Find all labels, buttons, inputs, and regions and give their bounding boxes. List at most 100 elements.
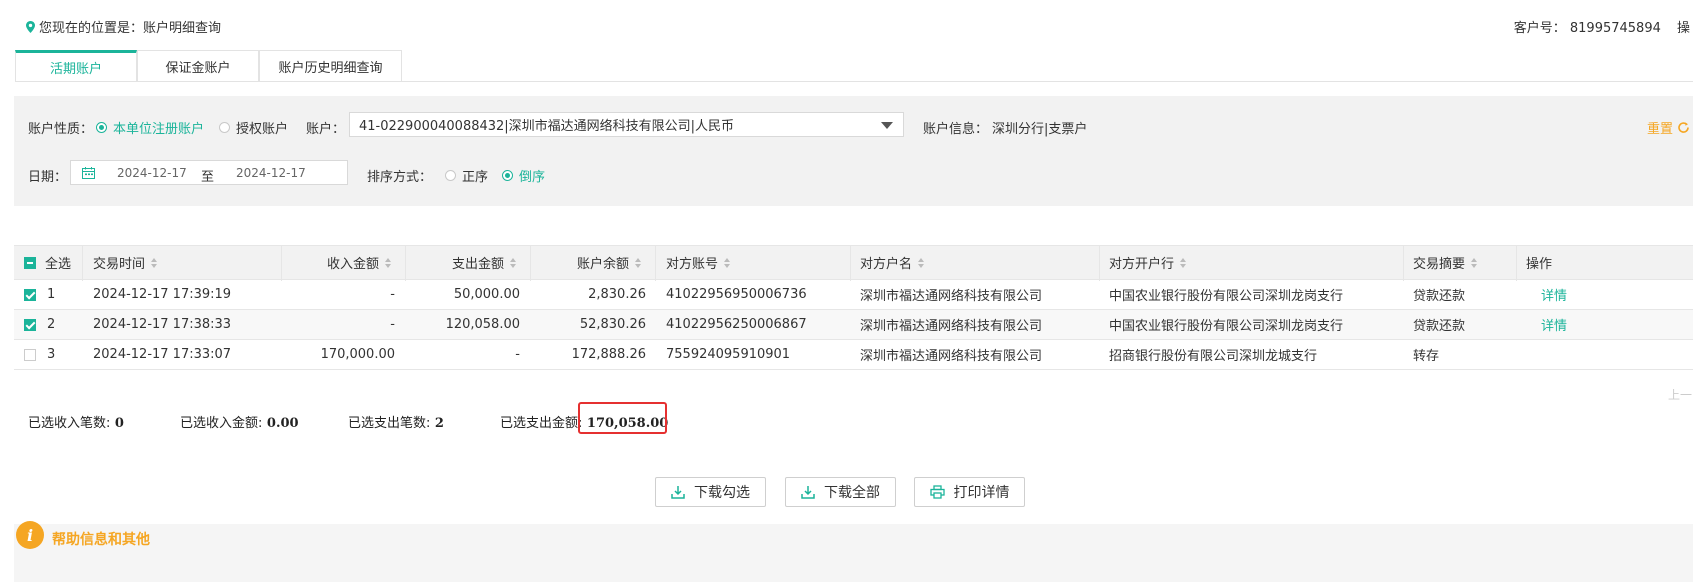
cell-income: 170,000.00 bbox=[320, 347, 395, 362]
tab-history-detail[interactable]: 账户历史明细查询 bbox=[259, 50, 402, 81]
refresh-icon bbox=[1678, 122, 1689, 133]
tab-margin-account[interactable]: 保证金账户 bbox=[137, 50, 259, 81]
header-label: 交易时间 bbox=[93, 257, 146, 272]
account-info-value: 深圳分行|支票户 bbox=[992, 122, 1088, 137]
cell-expense: - bbox=[515, 347, 520, 362]
row-checkbox[interactable] bbox=[24, 348, 36, 361]
cell-counter-account: 755924095910901 bbox=[666, 347, 791, 362]
header-balance[interactable]: 账户余额 bbox=[530, 246, 655, 279]
sort-icon[interactable] bbox=[918, 257, 925, 268]
radio-authorized-account[interactable]: 授权账户 bbox=[219, 118, 288, 137]
account-select[interactable]: 41-022900040088432|深圳市福达通网络科技有限公司|人民币 bbox=[349, 112, 904, 137]
date-label: 日期： bbox=[28, 170, 68, 185]
select-all-label: 全选 bbox=[45, 257, 72, 272]
cell-time: 2024-12-17 17:33:07 bbox=[93, 347, 232, 362]
button-label: 下载勾选 bbox=[694, 485, 750, 501]
account-tabs: 活期账户 保证金账户 账户历史明细查询 bbox=[15, 50, 402, 81]
tab-current-account[interactable]: 活期账户 bbox=[15, 50, 137, 81]
header-time[interactable]: 交易时间 bbox=[93, 246, 158, 279]
info-icon: i bbox=[16, 521, 44, 549]
radio-dot bbox=[445, 170, 456, 181]
sort-icon[interactable] bbox=[385, 257, 392, 268]
sort-icon[interactable] bbox=[510, 257, 517, 268]
chevron-down-icon bbox=[881, 122, 893, 129]
date-separator: 至 bbox=[201, 170, 215, 185]
summary-value: 0.00 bbox=[266, 416, 299, 431]
cell-counter-bank: 中国农业银行股份有限公司深圳龙岗支行 bbox=[1109, 289, 1344, 304]
header-label: 收入金额 bbox=[326, 257, 379, 272]
download-icon bbox=[671, 486, 685, 499]
cell-balance: 2,830.26 bbox=[588, 287, 646, 302]
detail-link[interactable]: 详情 bbox=[1541, 280, 1567, 309]
cell-time: 2024-12-17 17:39:19 bbox=[93, 287, 232, 302]
summary-value: 2 bbox=[434, 416, 444, 431]
sort-icon[interactable] bbox=[1180, 257, 1187, 268]
button-label: 打印详情 bbox=[953, 485, 1010, 501]
cell-expense: 50,000.00 bbox=[453, 287, 520, 302]
breadcrumb: 您现在的位置是： 账户明细查询 bbox=[26, 17, 221, 36]
cell-expense: 120,058.00 bbox=[445, 317, 520, 332]
header-counter-name[interactable]: 对方户名 bbox=[860, 246, 925, 279]
account-type-label: 账户性质： bbox=[28, 122, 94, 137]
breadcrumb-prefix: 您现在的位置是： bbox=[39, 21, 144, 36]
account-info-label: 账户信息： bbox=[923, 122, 989, 137]
cell-counter-account: 41022956250006867 bbox=[666, 317, 807, 332]
account-label: 账户： bbox=[306, 122, 346, 137]
sort-icon[interactable] bbox=[1471, 257, 1478, 268]
pager-prev[interactable]: 上一 bbox=[1668, 386, 1693, 403]
radio-label: 倒序 bbox=[519, 170, 546, 185]
download-all-button[interactable]: 下载全部 bbox=[785, 477, 896, 507]
printer-icon bbox=[929, 485, 945, 499]
header-action: 操作 bbox=[1526, 246, 1552, 279]
summary-income-amount: 已选收入金额: 0.00 bbox=[180, 412, 299, 431]
summary-label: 已选支出金额: bbox=[500, 416, 583, 431]
breadcrumb-current: 账户明细查询 bbox=[143, 21, 222, 36]
header-counter-bank[interactable]: 对方开户行 bbox=[1109, 246, 1187, 279]
sort-icon[interactable] bbox=[635, 257, 642, 268]
sort-label: 排序方式： bbox=[367, 170, 433, 185]
header-expense[interactable]: 支出金额 bbox=[405, 246, 530, 279]
customer-info: 客户号： 81995745894 操 bbox=[1514, 17, 1693, 36]
header-summary[interactable]: 交易摘要 bbox=[1413, 246, 1478, 279]
cell-counter-bank: 中国农业银行股份有限公司深圳龙岗支行 bbox=[1109, 319, 1344, 334]
customer-operation-link[interactable]: 操 bbox=[1677, 17, 1693, 36]
date-range-picker[interactable]: 2024-12-17 至 2024-12-17 bbox=[70, 160, 348, 185]
row-checkbox[interactable] bbox=[24, 318, 36, 331]
cell-balance: 52,830.26 bbox=[579, 317, 646, 332]
reset-button[interactable]: 重置 bbox=[1647, 118, 1693, 137]
download-selected-button[interactable]: 下载勾选 bbox=[655, 477, 766, 507]
radio-sort-asc[interactable]: 正序 bbox=[445, 166, 488, 185]
cell-time: 2024-12-17 17:38:33 bbox=[93, 317, 232, 332]
customer-label: 客户号： bbox=[1513, 21, 1566, 36]
sort-icon[interactable] bbox=[724, 257, 731, 268]
sort-icon[interactable] bbox=[151, 257, 158, 268]
radio-own-account[interactable]: 本单位注册账户 bbox=[96, 118, 204, 137]
date-from-input[interactable]: 2024-12-17 bbox=[117, 166, 187, 180]
select-all-checkbox[interactable] bbox=[24, 256, 36, 269]
row-checkbox[interactable] bbox=[24, 288, 36, 301]
summary-label: 已选收入笔数: bbox=[28, 416, 111, 431]
radio-dot bbox=[502, 170, 513, 181]
customer-number: 81995745894 bbox=[1569, 21, 1661, 36]
detail-link[interactable]: 详情 bbox=[1541, 310, 1567, 339]
table-row: 2 2024-12-17 17:38:33 - 120,058.00 52,83… bbox=[14, 310, 1693, 340]
help-panel bbox=[14, 524, 1693, 582]
radio-label: 正序 bbox=[462, 170, 489, 185]
header-income[interactable]: 收入金额 bbox=[281, 246, 405, 279]
print-detail-button[interactable]: 打印详情 bbox=[914, 477, 1025, 507]
header-counter-account[interactable]: 对方账号 bbox=[666, 246, 731, 279]
row-select-cell: 1 bbox=[24, 280, 55, 309]
table-row: 3 2024-12-17 17:33:07 170,000.00 - 172,8… bbox=[14, 340, 1693, 370]
header-label: 对方户名 bbox=[860, 257, 913, 272]
summary-label: 已选支出笔数: bbox=[348, 416, 431, 431]
summary-label: 已选收入金额: bbox=[180, 416, 263, 431]
row-index: 1 bbox=[47, 287, 56, 302]
select-all-cell[interactable]: 全选 bbox=[24, 246, 71, 279]
reset-label: 重置 bbox=[1646, 122, 1673, 137]
help-title[interactable]: 帮助信息和其他 bbox=[52, 529, 150, 549]
header-label: 交易摘要 bbox=[1413, 257, 1466, 272]
row-index: 3 bbox=[47, 347, 56, 362]
date-to-input[interactable]: 2024-12-17 bbox=[236, 166, 306, 180]
radio-sort-desc[interactable]: 倒序 bbox=[502, 166, 545, 185]
cell-balance: 172,888.26 bbox=[571, 347, 646, 362]
